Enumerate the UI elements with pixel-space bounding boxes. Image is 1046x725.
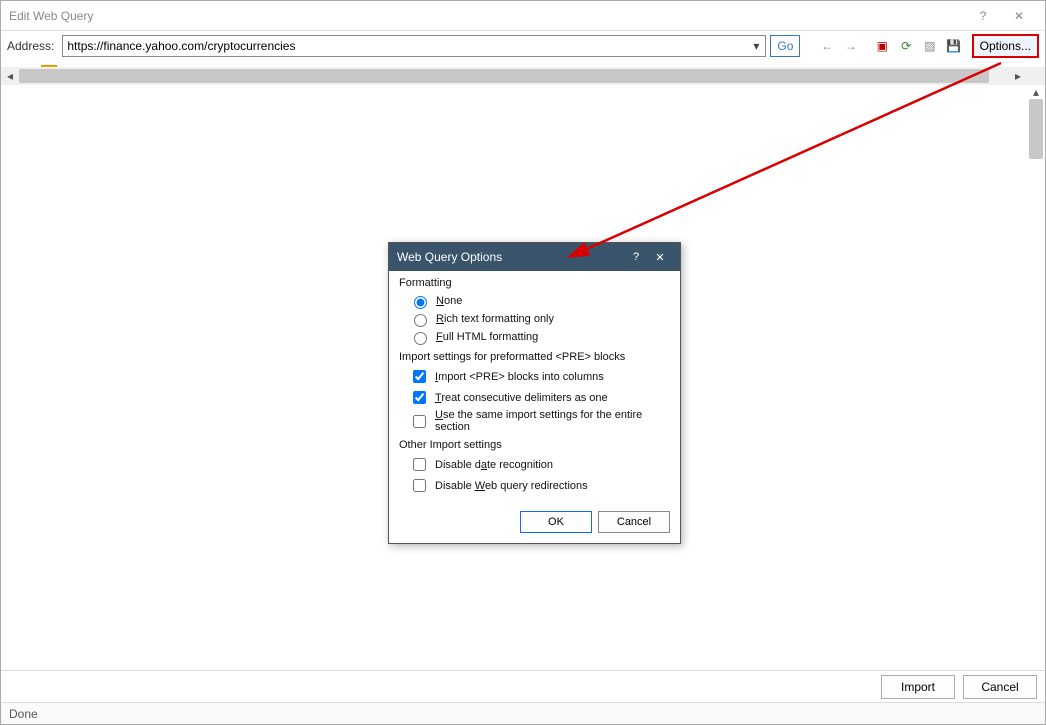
v-scroll-thumb[interactable] [1029,99,1043,159]
close-button[interactable]: ✕ [1001,4,1037,28]
other-label: Other Import settings [399,439,670,451]
address-bar: Address: ▾ Go ← → ▣ ⟳ ▨ 💾 Options... [1,31,1045,61]
window-title: Edit Web Query [9,9,965,23]
dialog-footer: Import Cancel [1,670,1045,702]
address-label: Address: [7,39,54,53]
stop-icon[interactable]: ▣ [872,35,892,57]
edit-web-query-window: Edit Web Query ? ✕ Address: ▾ Go ← → ▣ ⟳… [0,0,1046,725]
h-scroll-thumb[interactable] [19,69,989,83]
import-button[interactable]: Import [881,675,955,699]
check-same[interactable]: Use the same import settings for the ent… [409,409,670,433]
scroll-up-icon[interactable]: ▴ [1027,85,1045,99]
check-delim[interactable]: Treat consecutive delimiters as one [409,388,670,407]
modal-help-button[interactable]: ? [624,251,648,263]
status-bar: Done [1,702,1045,724]
go-button[interactable]: Go [770,35,800,57]
radio-none[interactable]: None [409,293,670,309]
save-query-icon[interactable]: 💾 [944,35,964,57]
scroll-right-icon[interactable]: ▸ [1009,67,1027,85]
modal-titlebar: Web Query Options ? ✕ [389,243,680,271]
horizontal-scrollbar[interactable]: ◂ ▸ [1,67,1027,85]
radio-rtf[interactable]: Rich text formatting only [409,311,670,327]
web-query-options-dialog: Web Query Options ? ✕ Formatting None Ri… [388,242,681,544]
modal-ok-button[interactable]: OK [520,511,592,533]
forward-icon[interactable]: → [841,35,861,57]
refresh-icon[interactable]: ⟳ [896,35,916,57]
modal-cancel-button[interactable]: Cancel [598,511,670,533]
pre-label: Import settings for preformatted <PRE> b… [399,351,670,363]
scroll-corner [1027,67,1045,85]
scroll-left-icon[interactable]: ◂ [1,67,19,85]
modal-title: Web Query Options [397,250,624,264]
url-input[interactable] [62,35,766,57]
url-dropdown-icon[interactable]: ▾ [748,37,764,55]
options-button[interactable]: Options... [972,34,1039,58]
help-button[interactable]: ? [965,4,1001,28]
titlebar: Edit Web Query ? ✕ [1,1,1045,31]
radio-html[interactable]: Full HTML formatting [409,329,670,345]
hide-icons-icon[interactable]: ▨ [920,35,940,57]
status-text: Done [9,707,38,721]
check-redir[interactable]: Disable Web query redirections [409,476,670,495]
formatting-label: Formatting [399,277,670,289]
back-icon[interactable]: ← [817,35,837,57]
check-date[interactable]: Disable date recognition [409,455,670,474]
modal-close-button[interactable]: ✕ [648,251,672,264]
cancel-button[interactable]: Cancel [963,675,1037,699]
check-pre[interactable]: Import <PRE> blocks into columns [409,367,670,386]
